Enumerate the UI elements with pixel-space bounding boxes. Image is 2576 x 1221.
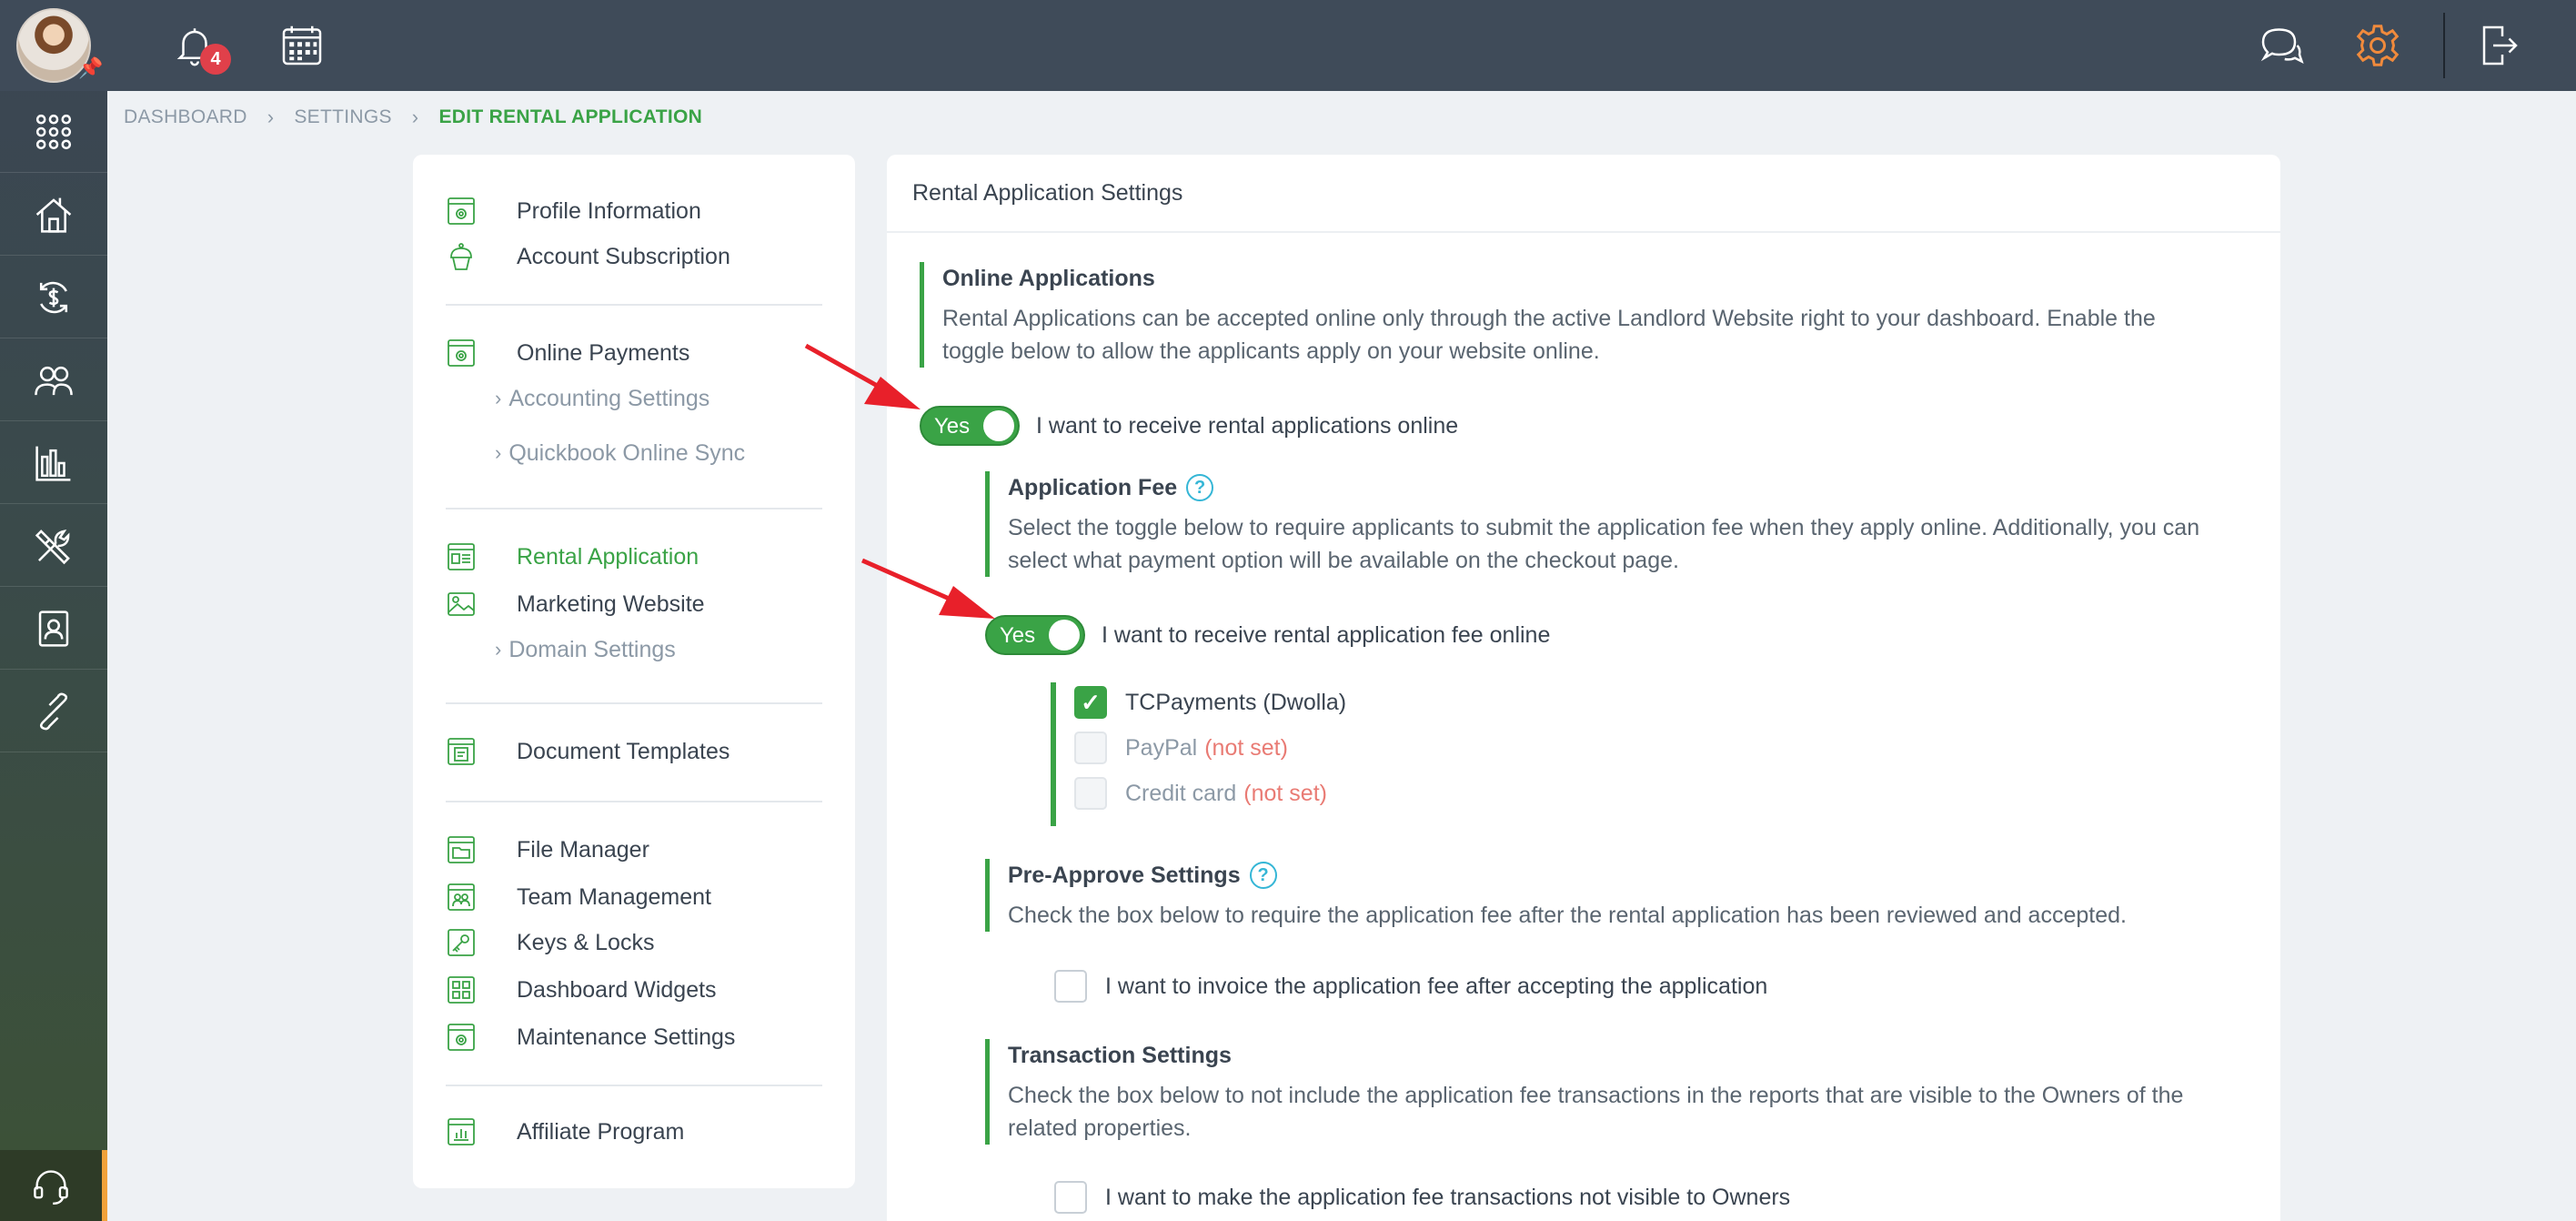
payment-options-group-bar bbox=[1051, 682, 1056, 826]
nav-account-subscription[interactable]: Account Subscription bbox=[446, 238, 730, 275]
calendar-icon[interactable] bbox=[277, 20, 327, 71]
nav-marketing-website[interactable]: Marketing Website bbox=[446, 586, 705, 622]
breadcrumb-chevron-icon: › bbox=[267, 106, 275, 128]
tcpayments-checkbox[interactable]: ✓ bbox=[1074, 686, 1107, 719]
reports-icon[interactable] bbox=[0, 422, 107, 504]
apps-grid-icon[interactable] bbox=[0, 91, 107, 173]
nav-keys-locks[interactable]: Keys & Locks bbox=[446, 924, 654, 961]
payment-option-tcpayments[interactable]: ✓ TCPayments (Dwolla) bbox=[1074, 686, 1346, 719]
invoice-after-accept-checkbox[interactable] bbox=[1054, 970, 1087, 1003]
toggle-knob bbox=[983, 410, 1014, 441]
breadcrumb: DASHBOARD › SETTINGS › EDIT RENTAL APPLI… bbox=[124, 104, 702, 131]
people-icon[interactable] bbox=[0, 339, 107, 421]
image-icon bbox=[448, 592, 475, 616]
support-headset-icon[interactable] bbox=[0, 1150, 107, 1221]
help-icon[interactable]: ? bbox=[1186, 474, 1214, 501]
nav-file-manager[interactable]: File Manager bbox=[446, 832, 649, 868]
nav-quickbook-sync[interactable]: › Quickbook Online Sync bbox=[495, 437, 745, 469]
app-sidebar: 📌 bbox=[0, 0, 107, 1221]
nav-profile-information[interactable]: Profile Information bbox=[446, 193, 701, 229]
affiliate-icon bbox=[448, 1118, 475, 1145]
application-fee-section: Application Fee ? Select the toggle belo… bbox=[985, 471, 2222, 577]
application-fee-desc: Select the toggle below to require appli… bbox=[1008, 515, 2200, 573]
breadcrumb-current: EDIT RENTAL APPLICATION bbox=[438, 106, 703, 127]
transaction-settings-section: Transaction Settings Check the box below… bbox=[985, 1039, 2222, 1145]
widgets-icon bbox=[448, 976, 475, 1004]
top-bar: 4 bbox=[107, 0, 2576, 91]
payments-icon bbox=[448, 339, 475, 367]
breadcrumb-chevron-icon: › bbox=[411, 106, 419, 128]
nav-rental-application[interactable]: Rental Application bbox=[446, 539, 699, 575]
help-icon[interactable]: ? bbox=[1249, 862, 1277, 889]
settings-nav-panel: Profile Information Account Subscription… bbox=[413, 155, 855, 1188]
payment-option-credit-card: Credit card (not set) bbox=[1074, 777, 1327, 810]
key-icon bbox=[448, 929, 475, 956]
document-icon bbox=[448, 738, 475, 765]
nav-domain-settings[interactable]: › Domain Settings bbox=[495, 633, 676, 666]
paypal-checkbox bbox=[1074, 732, 1107, 764]
nav-divider bbox=[446, 702, 822, 704]
application-fee-toggle-label: I want to receive rental application fee… bbox=[1102, 621, 1551, 648]
pre-approve-desc: Check the box below to require the appli… bbox=[1008, 903, 2127, 928]
user-avatar[interactable]: 📌 bbox=[0, 0, 107, 91]
panel-title: Rental Application Settings bbox=[887, 155, 2280, 233]
nav-divider bbox=[446, 1085, 822, 1086]
online-applications-section: Online Applications Rental Applications … bbox=[920, 262, 2220, 368]
application-fee-title: Application Fee ? bbox=[1008, 471, 2222, 504]
nav-affiliate-program[interactable]: Affiliate Program bbox=[446, 1114, 684, 1150]
maintenance-icon bbox=[448, 1024, 475, 1051]
nav-document-templates[interactable]: Document Templates bbox=[446, 733, 730, 770]
nav-accounting-settings[interactable]: › Accounting Settings bbox=[495, 382, 709, 415]
gear-icon[interactable] bbox=[2352, 20, 2403, 71]
pre-approve-title: Pre-Approve Settings ? bbox=[1008, 859, 2222, 892]
breadcrumb-dashboard[interactable]: DASHBOARD bbox=[124, 106, 247, 128]
transaction-settings-title: Transaction Settings bbox=[1008, 1042, 1232, 1068]
credit-card-checkbox bbox=[1074, 777, 1107, 810]
payments-icon[interactable] bbox=[0, 257, 107, 338]
online-applications-toggle-row: Yes I want to receive rental application… bbox=[920, 406, 1458, 446]
pre-approve-section: Pre-Approve Settings ? Check the box bel… bbox=[985, 859, 2222, 932]
application-icon bbox=[448, 543, 475, 570]
online-applications-toggle[interactable]: Yes bbox=[920, 406, 1020, 446]
rental-application-settings-panel: Rental Application Settings Online Appli… bbox=[887, 155, 2280, 1221]
toggle-knob bbox=[1049, 620, 1080, 651]
nav-dashboard-widgets[interactable]: Dashboard Widgets bbox=[446, 972, 717, 1008]
nav-divider bbox=[446, 304, 822, 306]
team-icon bbox=[448, 883, 475, 911]
transaction-settings-desc: Check the box below to not include the a… bbox=[1008, 1083, 2184, 1141]
nav-online-payments[interactable]: Online Payments bbox=[446, 335, 689, 371]
notification-badge: 4 bbox=[200, 44, 231, 75]
payment-option-paypal: PayPal (not set) bbox=[1074, 732, 1288, 764]
pin-icon[interactable]: 📌 bbox=[78, 56, 103, 80]
link-icon[interactable] bbox=[0, 671, 107, 752]
logout-icon[interactable] bbox=[2472, 20, 2523, 71]
chevron-right-icon: › bbox=[495, 387, 502, 409]
nav-divider bbox=[446, 508, 822, 510]
cupcake-icon bbox=[450, 243, 472, 270]
hide-from-owners-checkbox[interactable] bbox=[1054, 1181, 1087, 1214]
chat-icon[interactable] bbox=[2256, 20, 2307, 71]
nav-team-management[interactable]: Team Management bbox=[446, 879, 711, 915]
properties-icon[interactable] bbox=[0, 174, 107, 256]
profile-icon bbox=[448, 197, 475, 225]
tools-icon[interactable] bbox=[0, 505, 107, 587]
contacts-icon[interactable] bbox=[0, 588, 107, 670]
online-applications-desc: Rental Applications can be accepted onli… bbox=[942, 306, 2156, 364]
topbar-divider bbox=[2443, 13, 2445, 78]
breadcrumb-settings[interactable]: SETTINGS bbox=[294, 106, 391, 128]
pre-approve-check-row[interactable]: I want to invoice the application fee af… bbox=[1054, 970, 1767, 1003]
chevron-right-icon: › bbox=[495, 638, 502, 661]
bell-icon[interactable]: 4 bbox=[169, 20, 231, 75]
nav-maintenance-settings[interactable]: Maintenance Settings bbox=[446, 1019, 735, 1055]
folder-icon bbox=[448, 836, 475, 863]
application-fee-toggle-row: Yes I want to receive rental application… bbox=[985, 615, 1550, 655]
online-applications-title: Online Applications bbox=[942, 265, 1155, 291]
transaction-check-row[interactable]: I want to make the application fee trans… bbox=[1054, 1181, 1790, 1214]
application-fee-toggle[interactable]: Yes bbox=[985, 615, 1085, 655]
chevron-right-icon: › bbox=[495, 441, 502, 464]
nav-divider bbox=[446, 801, 822, 802]
online-applications-toggle-label: I want to receive rental applications on… bbox=[1036, 412, 1459, 439]
